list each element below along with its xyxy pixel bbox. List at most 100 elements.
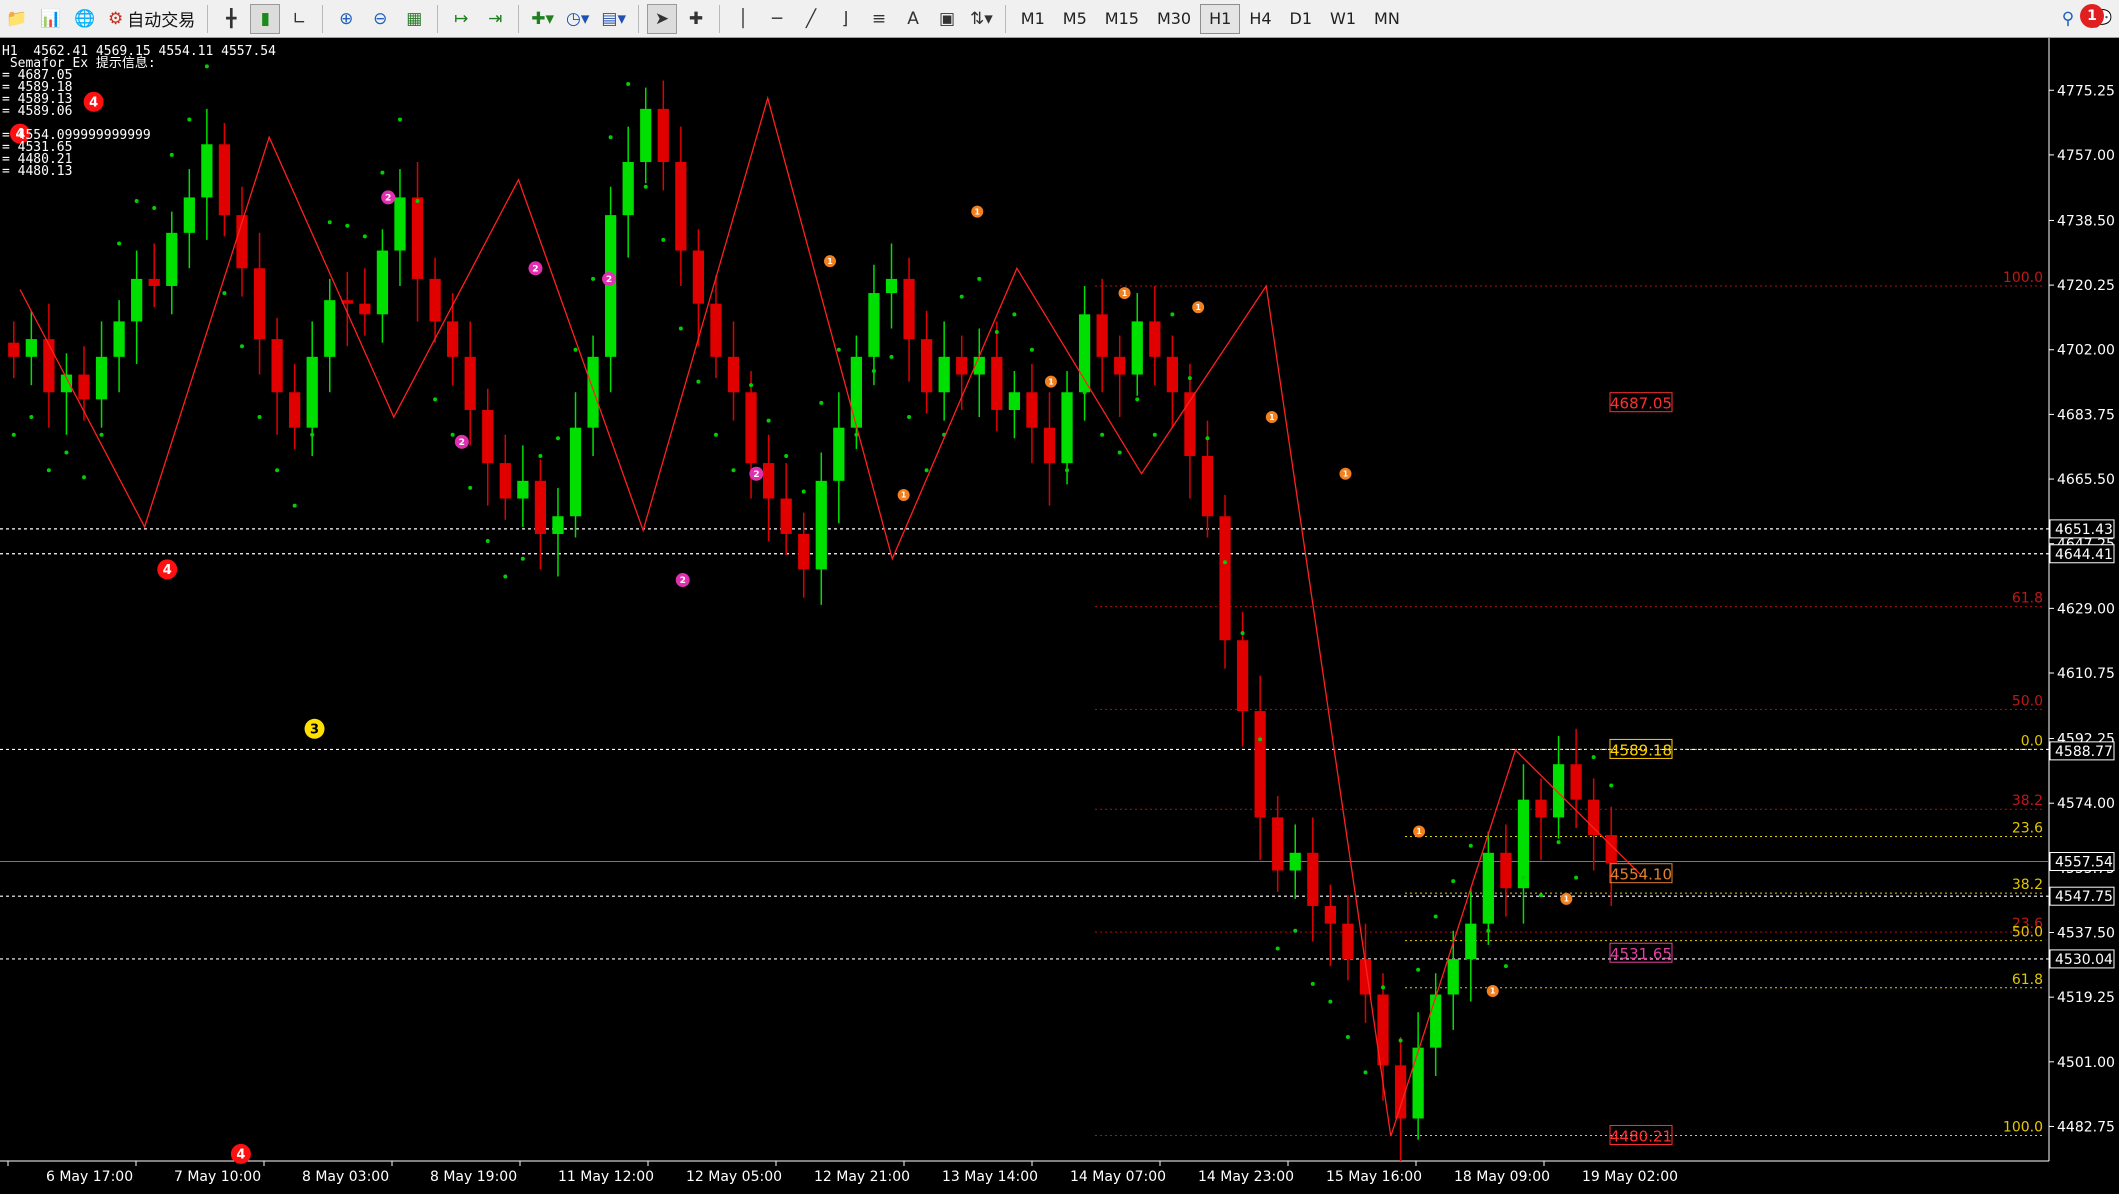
- fib-label-yellow: 61.8: [2012, 972, 2043, 988]
- candle-body: [482, 409, 494, 464]
- candle-body: [1588, 799, 1600, 836]
- sar-dot: [977, 276, 982, 281]
- fib-label-red: 100.0: [2003, 270, 2043, 286]
- sar-dot: [608, 135, 613, 140]
- zoom-in-icon[interactable]: ⊕: [331, 4, 361, 34]
- sar-dot: [99, 432, 104, 437]
- timeframe-m5-button[interactable]: M5: [1054, 4, 1096, 34]
- sar-dot: [1539, 893, 1544, 898]
- text-icon[interactable]: A: [898, 4, 928, 34]
- sar-dot: [1574, 875, 1579, 880]
- semafor-marker-label: 2: [385, 194, 391, 204]
- timeframe-m15-button[interactable]: M15: [1096, 4, 1148, 34]
- candle-body: [1149, 321, 1161, 357]
- alert-count-badge[interactable]: 1: [2080, 4, 2104, 28]
- candle-body: [991, 356, 1003, 410]
- fib-label-yellow: 0.0: [2021, 733, 2043, 749]
- sar-dot: [503, 574, 508, 579]
- sar-dot: [1398, 1038, 1403, 1043]
- periods-clock-icon[interactable]: ◷▾: [562, 4, 593, 34]
- price-tick-label: 4738.50: [2057, 213, 2115, 229]
- sar-dot: [397, 117, 402, 122]
- trendline-icon[interactable]: ╱: [796, 4, 826, 34]
- timeframe-m1-button[interactable]: M1: [1012, 4, 1054, 34]
- fib-label-red: 38.2: [2012, 793, 2043, 809]
- candle-body: [534, 480, 547, 534]
- timeframe-mn-button[interactable]: MN: [1365, 4, 1409, 34]
- candle-body: [464, 356, 476, 410]
- cursor-icon[interactable]: ➤: [647, 3, 678, 34]
- vertical-line-icon[interactable]: │: [728, 4, 758, 34]
- time-tick-label: 12 May 05:00: [686, 1169, 782, 1185]
- sar-dot: [239, 344, 244, 349]
- line-chart-icon[interactable]: ∟: [284, 4, 314, 34]
- profiles-icon[interactable]: 📊: [36, 4, 66, 34]
- timeframe-w1-button[interactable]: W1: [1321, 4, 1365, 34]
- sar-dot: [1486, 928, 1491, 933]
- sar-dot: [696, 379, 701, 384]
- chart-shift-icon[interactable]: ↦: [446, 4, 476, 34]
- candle-body: [1043, 427, 1056, 464]
- zoom-out-icon[interactable]: ⊖: [365, 4, 395, 34]
- candle-body: [95, 356, 108, 400]
- timeframe-h1-button[interactable]: H1: [1200, 3, 1241, 34]
- globe-icon[interactable]: 🌐: [70, 4, 100, 34]
- sar-dot: [538, 454, 543, 459]
- text-label-icon[interactable]: ▣: [932, 4, 962, 34]
- sar-dot: [1293, 928, 1298, 933]
- time-tick-label: 8 May 19:00: [430, 1169, 517, 1185]
- sar-dot: [433, 397, 438, 402]
- candle-body: [1500, 852, 1512, 889]
- sar-dot: [46, 468, 51, 473]
- indicators-icon[interactable]: ✚▾: [527, 4, 558, 34]
- candle-body: [429, 278, 441, 322]
- bar-chart-icon[interactable]: ╋: [216, 4, 246, 34]
- equidistant-channel-icon[interactable]: ⌋: [830, 4, 860, 34]
- templates-icon[interactable]: ▤▾: [597, 4, 630, 34]
- timeframe-d1-button[interactable]: D1: [1281, 4, 1322, 34]
- timeframe-h4-button[interactable]: H4: [1240, 4, 1280, 34]
- candle-body: [1131, 321, 1143, 375]
- semafor-marker-label: 3: [310, 722, 319, 737]
- sar-dot: [1187, 376, 1192, 381]
- crosshair-icon[interactable]: ✚: [681, 4, 711, 34]
- sar-dot: [889, 354, 894, 359]
- sar-dot: [415, 198, 420, 203]
- candle-body: [1465, 923, 1477, 960]
- candle-body: [727, 356, 740, 393]
- semafor-marker-label: 2: [680, 576, 686, 586]
- price-tick-label: 4683.75: [2057, 407, 2115, 423]
- candlestick-chart-icon[interactable]: ▮: [250, 3, 281, 34]
- candle-body: [289, 392, 301, 428]
- candle-body: [956, 356, 968, 375]
- fib-label-yellow: 50.0: [2012, 925, 2043, 941]
- candle-body: [552, 516, 564, 534]
- sar-dot: [1152, 432, 1157, 437]
- candle-body: [271, 339, 283, 393]
- sar-dot: [1117, 450, 1122, 455]
- sar-dot: [836, 347, 841, 352]
- sar-dot: [1012, 312, 1017, 317]
- sar-dot: [713, 432, 718, 437]
- sar-dot: [152, 206, 157, 211]
- arrows-icon[interactable]: ⇅▾: [966, 4, 997, 34]
- timeframe-m30-button[interactable]: M30: [1148, 4, 1200, 34]
- autoscroll-icon[interactable]: ⇥: [480, 4, 510, 34]
- axis-price-label: 4557.54: [2055, 855, 2113, 871]
- new-order-folder-icon[interactable]: 📁: [2, 4, 32, 34]
- semafor-marker-label: 1: [1343, 469, 1348, 478]
- search-icon[interactable]: ⚲: [2053, 4, 2083, 34]
- tile-windows-icon[interactable]: ▦: [399, 4, 429, 34]
- candle-body: [1517, 799, 1530, 889]
- price-chart[interactable]: 100.061.850.038.223.60.00.023.638.250.06…: [0, 38, 2119, 1194]
- price-tick-label: 4482.75: [2057, 1119, 2115, 1135]
- price-tick-label: 4610.75: [2057, 666, 2115, 682]
- fibonacci-icon[interactable]: ≡: [864, 4, 894, 34]
- sar-dot: [573, 347, 578, 352]
- auto-trading-button[interactable]: ⚙ 自动交易: [104, 4, 199, 34]
- time-tick-label: 19 May 02:00: [1582, 1169, 1678, 1185]
- sar-dot: [275, 468, 280, 473]
- sar-dot: [468, 485, 473, 490]
- horizontal-line-icon[interactable]: ─: [762, 4, 792, 34]
- main-toolbar: 📁 📊 🌐 ⚙ 自动交易 ╋ ▮ ∟ ⊕ ⊖ ▦ ↦ ⇥ ✚▾ ◷▾ ▤▾ ➤ …: [0, 0, 2119, 38]
